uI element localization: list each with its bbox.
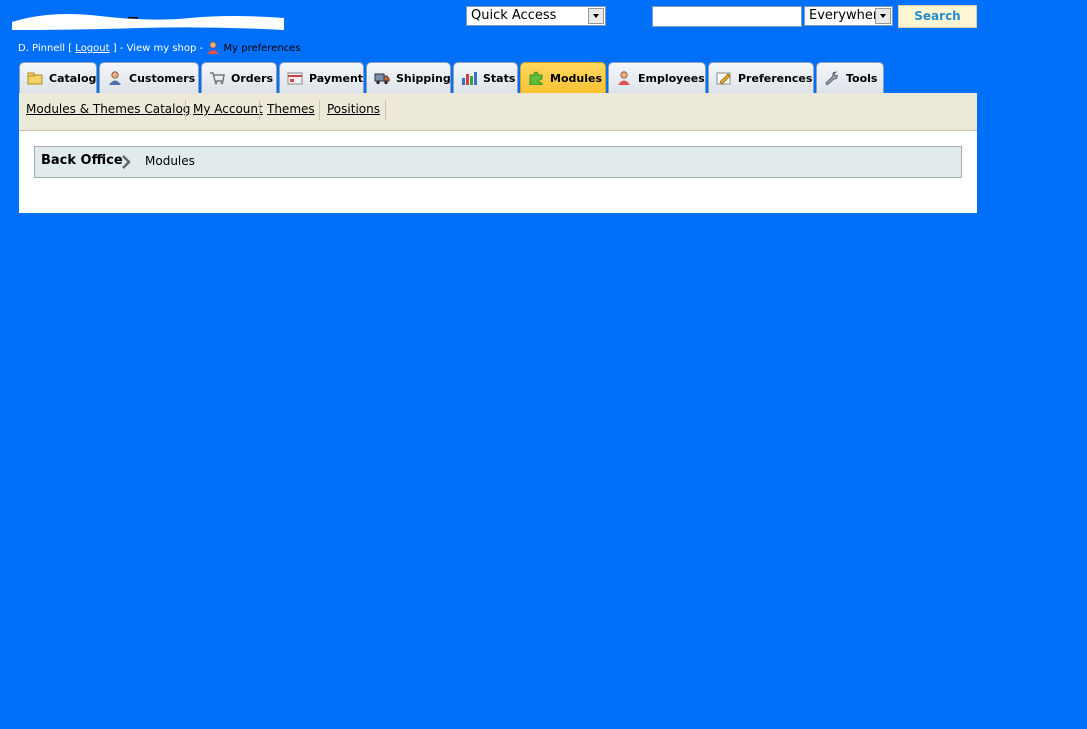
subnav-themes[interactable]: Themes: [267, 102, 315, 116]
chevron-right-icon: [121, 155, 131, 172]
user-info-bar: D. Pinnell [ Logout ] - View my shop - M…: [18, 41, 301, 57]
quick-access-value: Quick Access: [471, 8, 557, 23]
content-panel: Modules & Themes Catalog My Account Them…: [19, 93, 977, 213]
my-preferences-link[interactable]: My preferences: [224, 43, 301, 54]
subnav-divider: [319, 100, 320, 120]
tab-customers[interactable]: Customers: [99, 62, 199, 93]
wrench-icon: [824, 71, 840, 86]
logout-link[interactable]: Logout: [75, 43, 109, 54]
cart-icon: [209, 71, 225, 85]
tab-modules[interactable]: Modules: [520, 62, 606, 93]
search-input[interactable]: [652, 6, 802, 27]
payment-icon: [287, 71, 303, 85]
bar-chart-icon: [461, 71, 477, 85]
puzzle-icon: [528, 71, 544, 86]
tab-shipping[interactable]: Shipping: [366, 62, 451, 93]
user-icon: [206, 41, 220, 57]
preferences-icon: [716, 71, 732, 85]
search-button[interactable]: Search: [898, 5, 977, 28]
breadcrumb-current: Modules: [145, 154, 195, 168]
quick-access-select[interactable]: Quick Access: [466, 6, 606, 26]
tab-tools[interactable]: Tools: [816, 62, 884, 93]
tab-catalog[interactable]: Catalog: [19, 62, 97, 93]
subnav-my-account[interactable]: My Account: [193, 102, 263, 116]
shop-logo: [10, 6, 287, 32]
customer-icon: [107, 71, 123, 85]
breadcrumb: Back Office Modules: [34, 146, 962, 178]
search-scope-select[interactable]: Everywhere: [804, 6, 893, 26]
tab-employees[interactable]: Employees: [608, 62, 706, 93]
user-name: D. Pinnell: [18, 43, 66, 54]
chevron-down-icon[interactable]: [875, 8, 891, 24]
breadcrumb-root[interactable]: Back Office: [41, 153, 123, 168]
tab-orders[interactable]: Orders: [201, 62, 277, 93]
subnav-divider: [385, 100, 386, 120]
folder-icon: [27, 71, 43, 85]
subnav-modules-themes-catalog[interactable]: Modules & Themes Catalog: [26, 102, 190, 116]
subnav-divider: [185, 100, 186, 120]
subnav-positions[interactable]: Positions: [327, 102, 380, 116]
tab-payment[interactable]: Payment: [279, 62, 364, 93]
tab-stats[interactable]: Stats: [453, 62, 518, 93]
view-shop-link[interactable]: View my shop: [127, 43, 197, 54]
subnav-divider: [259, 100, 260, 120]
employee-icon: [616, 71, 632, 85]
tab-preferences[interactable]: Preferences: [708, 62, 814, 93]
truck-icon: [374, 71, 390, 85]
sub-navigation: Modules & Themes Catalog My Account Them…: [19, 93, 977, 131]
chevron-down-icon[interactable]: [588, 8, 604, 24]
